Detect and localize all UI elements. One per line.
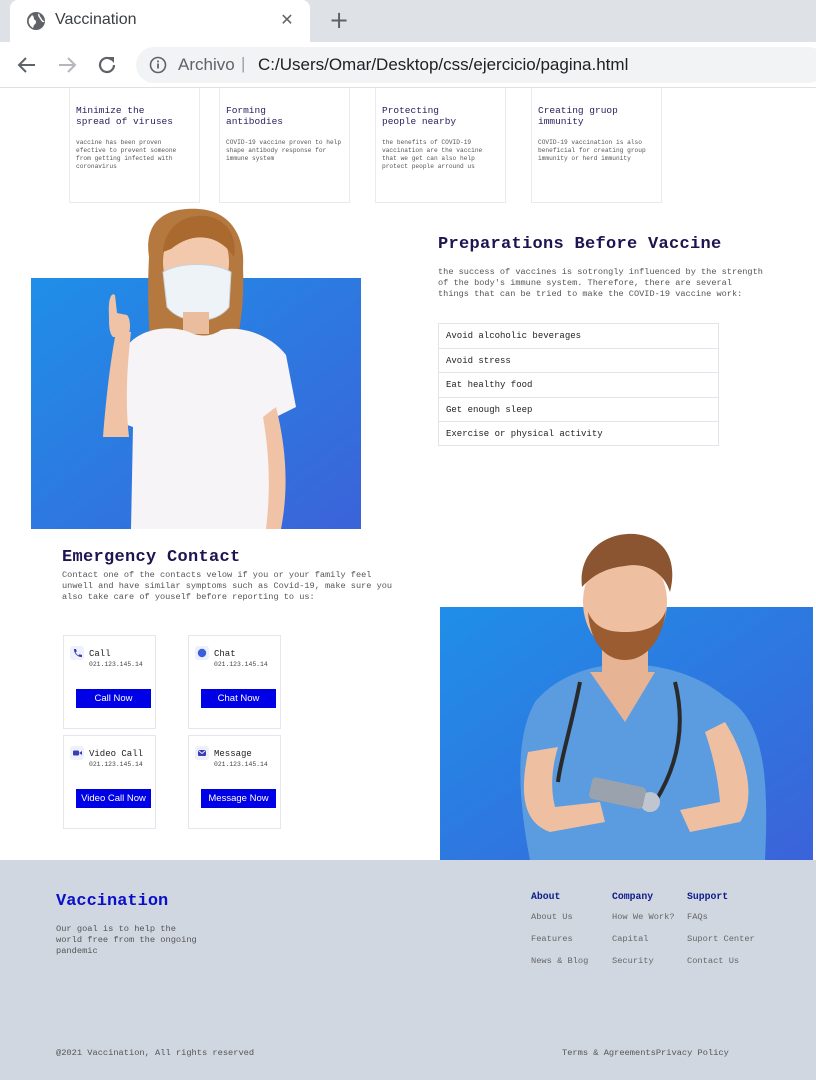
close-icon[interactable]: ✕ [276, 9, 298, 31]
footer-link[interactable]: Suport Center [687, 934, 755, 956]
benefit-title: Creating gruop immunity [538, 105, 618, 127]
terms-link[interactable]: Terms & Agreements [562, 1048, 656, 1058]
contact-number: 021.123.145.14 [214, 761, 268, 768]
footer-column-support: Support FAQs Suport Center Contact Us [687, 891, 755, 978]
footer-link[interactable]: FAQs [687, 912, 755, 934]
footer-column-about: About About Us Features News & Blog [531, 891, 588, 978]
address-prefix: Archivo [178, 55, 235, 74]
contact-number: 021.123.145.14 [89, 661, 143, 668]
preparations-description: the success of vaccines is sotrongly inf… [438, 267, 763, 299]
video-icon [70, 746, 84, 760]
footer-column-company: Company How We Work? Capital Security [612, 891, 675, 978]
chat-now-button[interactable]: Chat Now [201, 689, 276, 708]
chat-icon [195, 646, 209, 660]
contact-card-chat: Chat 021.123.145.14 Chat Now [188, 635, 281, 729]
address-bar[interactable]: Archivo | C:/Users/Omar/Desktop/css/ejer… [136, 47, 816, 83]
benefit-title: Minimize the spread of viruses [76, 105, 173, 127]
contact-number: 021.123.145.14 [214, 661, 268, 668]
list-item: Avoid alcoholic beverages [438, 323, 719, 348]
address-separator: | [241, 54, 246, 73]
list-item: Eat healthy food [438, 372, 719, 397]
benefit-title: Protecting people nearby [382, 105, 457, 127]
footer-link[interactable]: Capital [612, 934, 675, 956]
doctor-image [440, 533, 813, 860]
footer-link[interactable]: Security [612, 956, 675, 978]
benefit-card: Forming antibodies COVID-19 vaccine prov… [219, 88, 350, 203]
contact-card-message: Message 021.123.145.14 Message Now [188, 735, 281, 829]
browser-toolbar: Archivo | C:/Users/Omar/Desktop/css/ejer… [0, 42, 816, 88]
footer-column-heading: About [531, 891, 561, 902]
benefit-text: COVID-19 vaccine proven to help shape an… [226, 139, 342, 162]
list-item: Exercise or physical activity [438, 421, 719, 446]
contact-number: 021.123.145.14 [89, 761, 143, 768]
footer-copyright: @2021 Vaccination, All rights reserved [56, 1048, 255, 1058]
call-now-button[interactable]: Call Now [76, 689, 151, 708]
benefit-text: the benefits of COVID-19 vaccination are… [382, 139, 483, 170]
browser-tab-strip: Vaccination ✕ + [0, 0, 816, 42]
footer-link[interactable]: News & Blog [531, 956, 588, 978]
emergency-title: Emergency Contact [62, 548, 241, 567]
back-arrow-icon[interactable] [15, 53, 39, 77]
list-item: Avoid stress [438, 347, 719, 373]
footer-column-heading: Company [612, 891, 654, 902]
woman-with-mask-image [31, 208, 361, 529]
preparations-list: Avoid alcoholic beverages Avoid stress E… [438, 323, 719, 446]
contact-card-call: Call 021.123.145.14 Call Now [63, 635, 156, 729]
footer-legal-links: Terms & AgreementsPrivacy Policy [562, 1048, 729, 1058]
contact-card-video-call: Video Call 021.123.145.14 Video Call Now [63, 735, 156, 829]
globe-icon [27, 12, 45, 30]
footer-tagline: Our goal is to help the world free from … [56, 924, 197, 956]
video-call-now-button[interactable]: Video Call Now [76, 789, 151, 808]
contact-label: Chat [214, 649, 236, 659]
benefit-text: COVID-19 vaccination is also beneficial … [538, 139, 646, 162]
page-viewport: Minimize the spread of viruses vaccine h… [0, 88, 816, 1080]
emergency-description: Contact one of the contacts velow if you… [62, 570, 393, 602]
contact-label: Call [89, 649, 111, 659]
message-now-button[interactable]: Message Now [201, 789, 276, 808]
footer-link[interactable]: Features [531, 934, 588, 956]
benefit-card: Protecting people nearby the benefits of… [375, 88, 506, 203]
benefit-card: Creating gruop immunity COVID-19 vaccina… [531, 88, 662, 203]
preparations-title: Preparations Before Vaccine [438, 235, 722, 254]
footer-link[interactable]: About Us [531, 912, 588, 934]
benefit-card: Minimize the spread of viruses vaccine h… [69, 88, 200, 203]
forward-arrow-icon[interactable] [55, 53, 79, 77]
list-item: Get enough sleep [438, 396, 719, 422]
benefit-title: Forming antibodies [226, 105, 284, 127]
contact-label: Message [214, 749, 252, 759]
browser-tab[interactable]: Vaccination ✕ [10, 0, 310, 42]
footer-link[interactable]: How We Work? [612, 912, 675, 934]
privacy-link[interactable]: Privacy Policy [656, 1048, 729, 1058]
new-tab-button[interactable]: + [326, 8, 352, 34]
info-icon[interactable] [149, 56, 167, 74]
footer: Vaccination Our goal is to help the worl… [0, 860, 816, 1080]
footer-link[interactable]: Contact Us [687, 956, 755, 978]
mail-icon [195, 746, 209, 760]
address-url[interactable]: C:/Users/Omar/Desktop/css/ejercicio/pagi… [258, 55, 628, 75]
tab-title: Vaccination [55, 11, 137, 28]
contact-label: Video Call [89, 749, 144, 759]
footer-brand[interactable]: Vaccination [56, 892, 168, 911]
benefit-text: vaccine has been proven efective to prev… [76, 139, 177, 170]
footer-column-heading: Support [687, 891, 729, 902]
phone-icon [70, 646, 84, 660]
reload-icon[interactable] [95, 53, 119, 77]
